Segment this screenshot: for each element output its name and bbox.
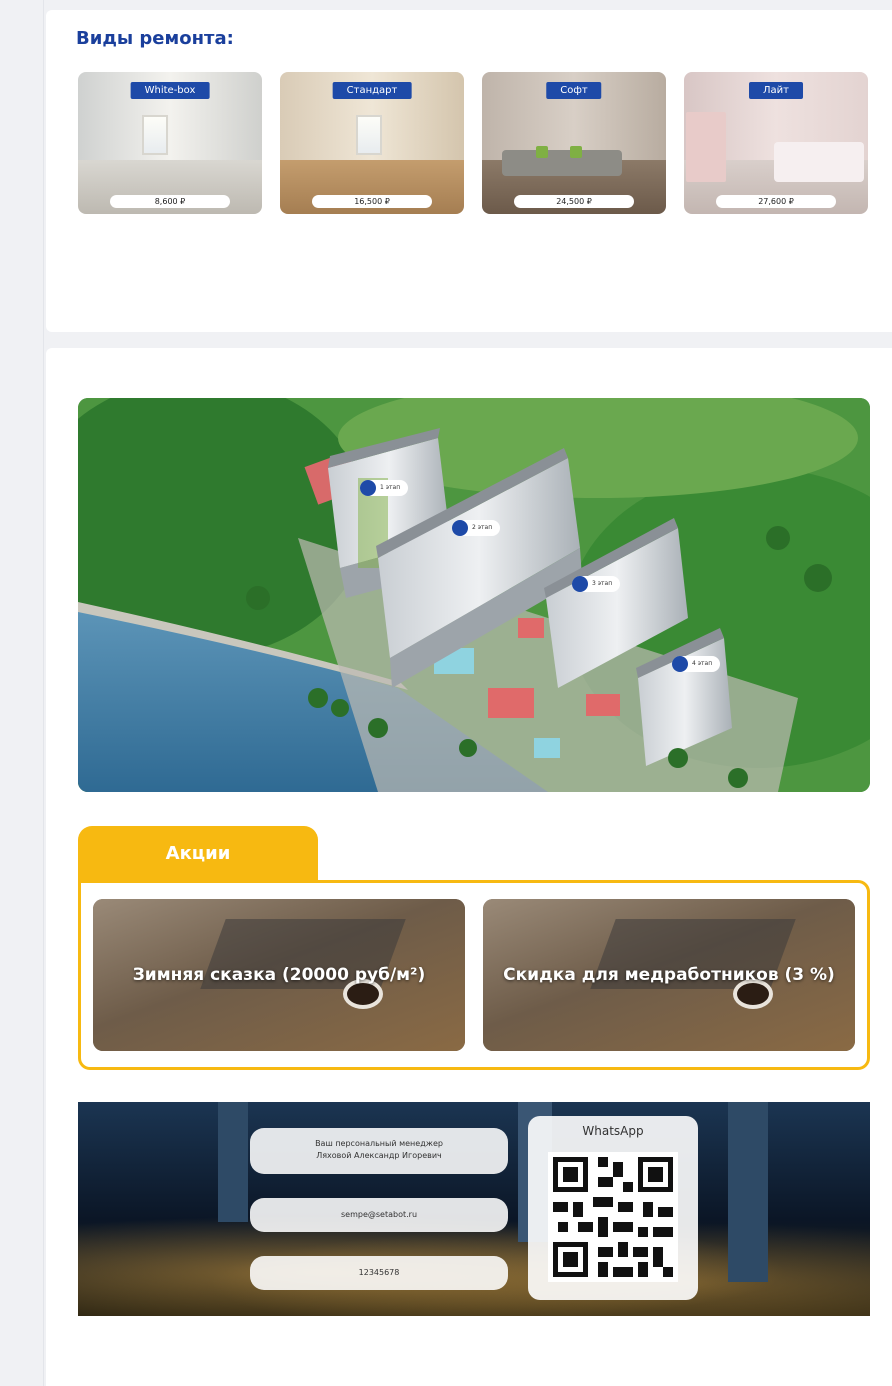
manager-name: Ляховой Александр Игоревич <box>316 1151 442 1160</box>
qr-title: WhatsApp <box>582 1124 644 1138</box>
phone-field[interactable]: 12345678 <box>250 1256 508 1290</box>
phone-value: 12345678 <box>358 1268 400 1277</box>
pin-dot-icon <box>572 576 588 592</box>
stage-pin-4[interactable]: 4 этап <box>672 656 721 672</box>
complex-section: 1 этап 2 этап 3 этап 4 этап Акции Зимняя… <box>46 348 892 1386</box>
aerial-illustration <box>78 398 870 792</box>
complex-aerial-view[interactable]: 1 этап 2 этап 3 этап 4 этап <box>78 398 870 792</box>
repair-types-section: Виды ремонта: White-box 8,600 ₽ Стандарт… <box>46 10 892 332</box>
stage-pin-2[interactable]: 2 этап <box>452 520 501 536</box>
repair-card-light[interactable]: Лайт 27,600 ₽ <box>684 72 868 214</box>
promo-card-medics[interactable]: Скидка для медработников (3 %) <box>483 899 855 1051</box>
stage-pin-label: 2 этап <box>472 524 493 531</box>
repair-price: 24,500 ₽ <box>514 195 634 208</box>
contacts-banner: Ваш персональный менеджер Ляховой Алекса… <box>78 1102 870 1316</box>
stage-pin-label: 4 этап <box>692 660 713 667</box>
email-value: sempe@setabot.ru <box>340 1210 418 1219</box>
promotions-tab[interactable]: Акции <box>78 826 318 882</box>
repair-price: 27,600 ₽ <box>716 195 836 208</box>
qr-code-icon <box>548 1152 678 1282</box>
manager-caption: Ваш персональный менеджер <box>315 1139 443 1148</box>
repair-label: White-box <box>130 82 210 99</box>
email-field[interactable]: sempe@setabot.ru <box>250 1198 508 1232</box>
pin-dot-icon <box>452 520 468 536</box>
stage-pin-1[interactable]: 1 этап <box>360 480 409 496</box>
stage-pin-label: 1 этап <box>380 484 401 491</box>
repair-card-standard[interactable]: Стандарт 16,500 ₽ <box>280 72 464 214</box>
repair-card-white-box[interactable]: White-box 8,600 ₽ <box>78 72 262 214</box>
left-rail <box>0 0 44 1386</box>
pin-dot-icon <box>360 480 376 496</box>
repair-price: 16,500 ₽ <box>312 195 432 208</box>
promotions-panel: Зимняя сказка (20000 руб/м²) Скидка для … <box>78 880 870 1070</box>
repair-types-title: Виды ремонта: <box>76 28 234 49</box>
repair-types-list: White-box 8,600 ₽ Стандарт 16,500 ₽ Софт <box>78 72 878 214</box>
manager-info: Ваш персональный менеджер Ляховой Алекса… <box>250 1128 508 1174</box>
repair-price: 8,600 ₽ <box>110 195 230 208</box>
promo-title: Зимняя сказка (20000 руб/м²) <box>132 965 426 985</box>
repair-label: Лайт <box>749 82 803 99</box>
stage-pin-label: 3 этап <box>592 580 613 587</box>
repair-label: Софт <box>546 82 602 99</box>
repair-card-soft[interactable]: Софт 24,500 ₽ <box>482 72 666 214</box>
pin-dot-icon <box>672 656 688 672</box>
promotions-block: Акции Зимняя сказка (20000 руб/м²) Скидк… <box>78 826 870 1070</box>
promo-card-winter[interactable]: Зимняя сказка (20000 руб/м²) <box>93 899 465 1051</box>
repair-label: Стандарт <box>332 82 412 99</box>
whatsapp-qr-card[interactable]: WhatsApp <box>528 1116 698 1300</box>
promo-title: Скидка для медработников (3 %) <box>503 965 835 985</box>
stage-pin-3[interactable]: 3 этап <box>572 576 621 592</box>
